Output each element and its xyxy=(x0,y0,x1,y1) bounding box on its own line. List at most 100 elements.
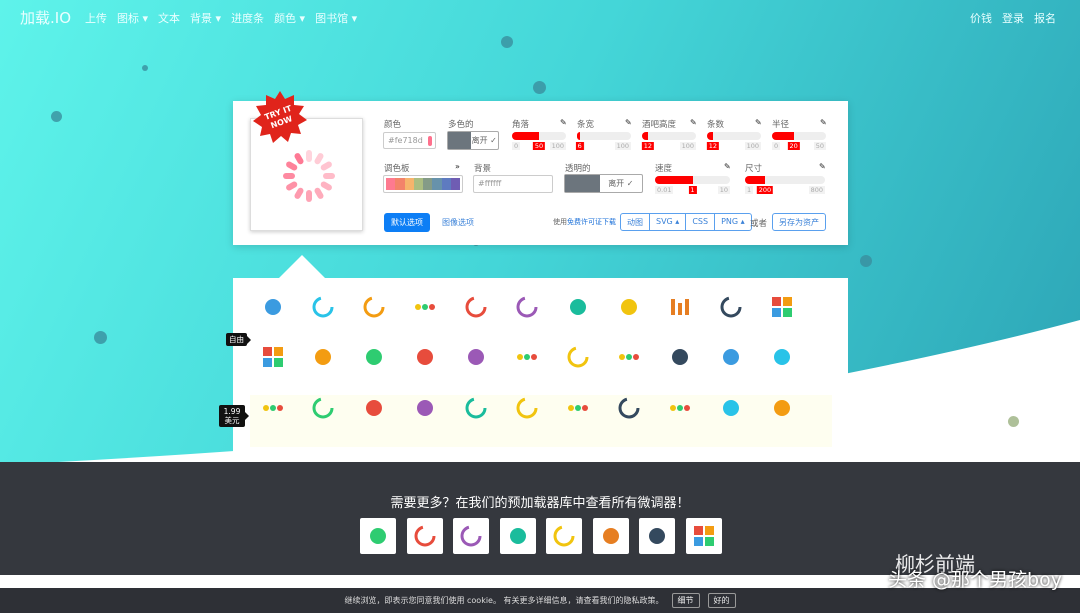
ring-partial-loader-icon[interactable] xyxy=(310,294,336,320)
nav-library[interactable]: 图书馆 ▾ xyxy=(315,10,357,26)
edit-icon[interactable]: ✎ xyxy=(820,118,827,127)
ring-blue-loader-icon[interactable] xyxy=(361,294,387,320)
slider-0-slider[interactable]: 0 50 100 xyxy=(512,132,566,150)
ball-bounce-loader-icon[interactable] xyxy=(310,344,336,370)
decor-dot xyxy=(501,36,513,48)
nav-upload[interactable]: 上传 xyxy=(85,10,107,26)
cookie-ok-button[interactable]: 好的 xyxy=(707,593,736,608)
donut-loader-icon[interactable] xyxy=(463,395,489,421)
slider-2-slider[interactable]: 112100 xyxy=(641,132,696,150)
dots-colors-loader-icon[interactable] xyxy=(616,344,642,370)
gear-loader-icon[interactable] xyxy=(616,294,642,320)
ring-green-loader-icon[interactable] xyxy=(514,294,540,320)
edit-icon[interactable]: ✎ xyxy=(755,118,762,127)
hourglass-loader-icon[interactable] xyxy=(412,395,438,421)
bars-blue-loader-icon[interactable] xyxy=(667,294,693,320)
nav-login[interactable]: 登录 xyxy=(1002,10,1024,26)
color-ring-tile-icon[interactable] xyxy=(406,518,443,554)
save-asset-button[interactable]: 另存为资产 xyxy=(772,213,826,231)
globe-loader-icon[interactable] xyxy=(718,395,744,421)
nav-icons[interactable]: 图标 ▾ xyxy=(117,10,148,26)
download-png[interactable]: PNG ▴ xyxy=(715,214,751,230)
spinner-bar xyxy=(283,173,295,179)
color-input[interactable]: #fe718d xyxy=(383,132,436,149)
edit-icon[interactable]: ✎ xyxy=(625,118,632,127)
edit-icon[interactable]: ✎ xyxy=(690,118,697,127)
nav-pricing[interactable]: 价钱 xyxy=(970,10,992,26)
image-options-button[interactable]: 图像选项 xyxy=(435,213,481,232)
slider-3-slider[interactable]: 112100 xyxy=(706,132,761,150)
dots-ellipse-loader-icon[interactable] xyxy=(260,395,286,421)
multicolor-toggle[interactable]: 离开 ✓ xyxy=(447,131,499,150)
ring-black-loader-icon[interactable] xyxy=(565,344,591,370)
grid-blue-loader-icon[interactable] xyxy=(260,344,286,370)
download-gif[interactable]: 动图 xyxy=(621,214,650,230)
hand-tile-icon[interactable] xyxy=(592,518,629,554)
blocks-loader-icon[interactable] xyxy=(769,294,795,320)
search-loader-icon[interactable] xyxy=(667,344,693,370)
ring-red-loader-icon[interactable] xyxy=(718,294,744,320)
edit-icon[interactable]: ✎ xyxy=(724,162,731,171)
dots-flickr-loader-icon[interactable] xyxy=(514,344,540,370)
pacman-loader-icon[interactable] xyxy=(361,344,387,370)
speed-value: 1 xyxy=(688,186,697,194)
transparent-label: 透明的 xyxy=(565,164,591,174)
default-options-button[interactable]: 默认选项 xyxy=(384,213,430,232)
background-input[interactable]: #ffffff xyxy=(473,175,553,193)
color-swatch[interactable] xyxy=(428,136,432,146)
fidget-loader-icon[interactable] xyxy=(769,395,795,421)
spiral-loader-icon[interactable] xyxy=(616,395,642,421)
nav-text[interactable]: 文本 xyxy=(158,10,180,26)
arc-dots-loader-icon[interactable] xyxy=(565,395,591,421)
size-min: 1 xyxy=(745,186,754,194)
slider-0-min: 0 xyxy=(512,142,521,150)
spinner-bar xyxy=(286,181,298,191)
license-link[interactable]: 免费许可证下载 xyxy=(567,218,616,226)
orb-half-tile-icon[interactable] xyxy=(499,518,536,554)
transparent-toggle[interactable]: 离开 ✓ xyxy=(564,174,643,193)
edit-icon[interactable]: ✎ xyxy=(560,118,567,127)
spinner-loader-icon[interactable] xyxy=(260,294,286,320)
nav-color[interactable]: 颜色 ▾ xyxy=(274,10,305,26)
flask-tile-icon[interactable] xyxy=(360,518,396,554)
nav-signup[interactable]: 报名 xyxy=(1034,10,1056,26)
spinner-bar xyxy=(323,173,335,179)
spinner-bar xyxy=(314,187,324,199)
triangle-loader-icon[interactable] xyxy=(718,344,744,370)
or-label: 或者 xyxy=(750,219,768,229)
slider-3-label: 条数 xyxy=(707,120,725,130)
nav-progress[interactable]: 进度条 xyxy=(231,10,264,26)
slider-4-max: 50 xyxy=(813,142,826,150)
ring-cyan-loader-icon[interactable] xyxy=(463,294,489,320)
expand-icon[interactable]: » xyxy=(455,162,460,171)
orb-orange-loader-icon[interactable] xyxy=(463,344,489,370)
palette-select[interactable] xyxy=(383,175,463,193)
palette-swatch xyxy=(395,178,405,190)
nav-background[interactable]: 背景 ▾ xyxy=(190,10,221,26)
pie-loader-icon[interactable] xyxy=(412,344,438,370)
download-css[interactable]: CSS xyxy=(686,214,716,230)
cookie-details-button[interactable]: 细节 xyxy=(671,593,700,608)
download-svg[interactable]: SVG ▴ xyxy=(650,214,687,230)
wifi-loader-icon[interactable] xyxy=(769,344,795,370)
slider-1-slider[interactable]: 16100 xyxy=(575,132,631,150)
dot-ring-loader-icon[interactable] xyxy=(310,395,336,421)
brand-logo[interactable]: 加载.IO xyxy=(20,7,71,28)
pixel-blocks-tile-icon[interactable] xyxy=(685,518,722,554)
slider-3-max: 100 xyxy=(744,142,761,150)
slider-4-slider[interactable]: 0 20 50 xyxy=(772,132,826,150)
slider-4-value: 20 xyxy=(787,142,800,150)
edit-icon[interactable]: ✎ xyxy=(819,162,826,171)
transparent-state: 离开 ✓ xyxy=(608,179,634,188)
dots-line-loader-icon[interactable] xyxy=(667,395,693,421)
infinity-loader-icon[interactable] xyxy=(565,294,591,320)
speed-slider[interactable]: 0.01 1 10 xyxy=(655,176,730,194)
dots-cyan-loader-icon[interactable] xyxy=(412,294,438,320)
bread-tile-icon[interactable] xyxy=(639,518,675,554)
ring-light-tile-icon[interactable] xyxy=(453,518,489,554)
spinner-bar xyxy=(314,153,324,165)
size-slider[interactable]: 1 200 800 xyxy=(745,176,825,194)
gears-loader-icon[interactable] xyxy=(361,395,387,421)
rainbow-ring-loader-icon[interactable] xyxy=(514,395,540,421)
dots-ring-tile-icon[interactable] xyxy=(546,518,582,554)
